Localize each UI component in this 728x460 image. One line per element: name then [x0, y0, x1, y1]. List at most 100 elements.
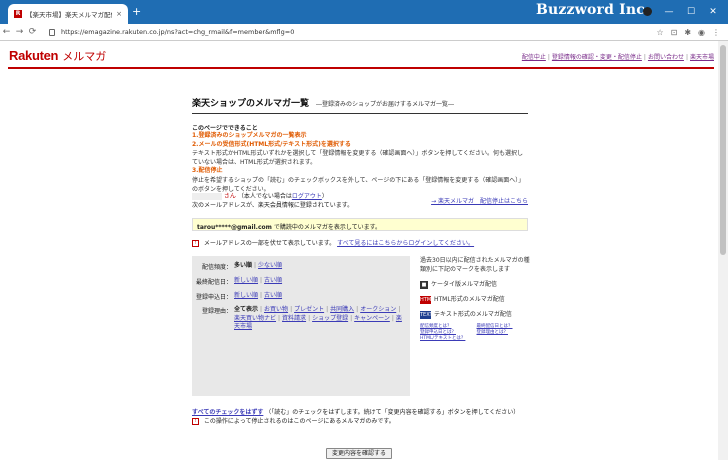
url-field[interactable]: https://emagazine.rakuten.co.jp/ns?act=c… — [61, 28, 656, 36]
header-link-contact[interactable]: お問い合わせ — [648, 54, 684, 61]
sort-link[interactable]: 少ない順 — [258, 262, 282, 269]
not-me-end: ） — [321, 193, 328, 200]
intro-section: 楽天ショップのメルマガ一覧 ―登録済みのショップがお届けするメルマガ一覧― この… — [192, 96, 528, 205]
logo-subtext: メルマガ — [62, 50, 107, 63]
legend-text: HTML形式のメルマガ配信 — [434, 296, 505, 303]
tab-close-icon[interactable]: × — [116, 10, 122, 18]
sort-row-frequency: 配信頻度： 多い順 | 少ない順 — [192, 262, 404, 271]
can-do-heading: このページでできること — [192, 125, 258, 132]
maximize-button[interactable]: ☐ — [680, 2, 702, 22]
profile-icon[interactable]: ◉ — [698, 28, 705, 37]
address-bar: ← → ⟳ https://emagazine.rakuten.co.jp/ns… — [0, 24, 728, 41]
mobile-mark-icon: ■ — [420, 280, 428, 289]
step-3-text: 停止を希望するショップの「読む」のチェックボックスを外して、ページの下にある「登… — [192, 176, 525, 193]
mask-notice: ! メールアドレスの一部を伏せて表示しています。 すべて見るにはこちらからログイ… — [192, 238, 528, 247]
sort-link[interactable]: 新しい順 — [234, 277, 258, 284]
extensions-icon[interactable]: ✱ — [684, 28, 691, 37]
sort-link[interactable]: オークション — [360, 306, 396, 313]
brand-watermark: Buzzword Inc. — [536, 2, 651, 18]
sort-link[interactable]: 資料請求 — [282, 315, 306, 322]
notice-icon: ! — [192, 240, 199, 247]
sort-label: 登録申込日： — [195, 294, 232, 301]
sort-link[interactable]: キャンペーン — [354, 315, 390, 322]
step-1: 1.登録済みのショップメルマガの一覧表示 — [192, 132, 307, 139]
sort-link[interactable]: ショップ登録 — [312, 315, 348, 322]
tab-title: 【楽天市場】楽天メルマガ配信停止 — [26, 11, 112, 19]
legend-item: TEXT テキスト形式のメルマガ配信 — [420, 310, 530, 319]
header-link-registration[interactable]: 登録情報の確認・変更・配信停止 — [552, 54, 642, 61]
email-box: tarou*****@gmail.com で購読中のメルマガを表示しています。 — [192, 218, 528, 231]
address-bar-icons: ☆ ⊡ ✱ ◉ ⋮ — [656, 28, 728, 37]
logo-text: Rakuten — [9, 48, 59, 63]
email-suffix: で購読中のメルマガを表示しています。 — [273, 224, 382, 231]
profile-dot-icon[interactable] — [643, 7, 652, 16]
browser-tabbar: R 【楽天市場】楽天メルマガ配信停止 × + Buzzword Inc. — ☐… — [0, 0, 728, 24]
legend-text: ケータイ版メルマガ配信 — [431, 281, 498, 288]
back-arrow-icon[interactable]: ← — [0, 27, 13, 37]
sort-label: 登録理由： — [201, 308, 232, 315]
sort-panel: 配信頻度： 多い順 | 少ない順 最終配信日： 新しい順 | 古い順 登録申込日： 新し… — [192, 256, 410, 396]
reload-icon[interactable]: ⟳ — [26, 27, 39, 37]
lock-icon[interactable] — [49, 28, 55, 36]
sort-current: 多い順 — [234, 262, 253, 269]
window-controls: — ☐ ✕ — [658, 2, 724, 22]
screenshot-icon[interactable]: ⊡ — [671, 28, 678, 37]
uncheck-text: （「読む」のチェックをはずします。続けて「変更内容を確認する」ボタンを押してくだ… — [265, 409, 520, 416]
page-subtitle: ―登録済みのショップがお届けするメルマガ一覧― — [316, 101, 455, 108]
sort-row-registered: 登録申込日： 新しい順 | 古い順 — [192, 292, 404, 301]
username-masked — [192, 193, 222, 200]
mark-legend: 過去30日以内に配信されたメルマガの種類別に下記のマークを表示します ■ ケータ… — [420, 256, 530, 342]
sort-link[interactable]: お買い物 — [264, 306, 288, 313]
close-window-button[interactable]: ✕ — [702, 2, 724, 22]
header-links: 配信中止 | 登録情報の確認・変更・配信停止 | お問い合わせ | 楽天市場 — [521, 54, 714, 61]
help-links: 配信頻度とは？ 最終配信日とは？ 登録申込日とは？ 登録理由とは？ HTML/テ… — [420, 324, 530, 342]
sort-link[interactable]: プレゼント — [294, 306, 324, 313]
uncheck-note: この操作によって停止されるのはこのページにあるメルマガのみです。 — [203, 418, 395, 425]
step-2: 2.メールの受信形式(HTML形式/テキスト形式)を選択する — [192, 140, 351, 148]
uncheck-all-link[interactable]: すべてのチェックをはずす — [192, 409, 263, 416]
minimize-button[interactable]: — — [658, 2, 680, 22]
legend-intro: 過去30日以内に配信されたメルマガの種類別に下記のマークを表示します — [420, 257, 530, 273]
sort-label: 最終配信日： — [195, 279, 232, 286]
sort-link[interactable]: 新しい順 — [234, 292, 258, 299]
legend-item: ■ ケータイ版メルマガ配信 — [420, 280, 530, 289]
email-address: tarou*****@gmail.com — [197, 224, 272, 231]
registered-line: 次のメールアドレスが、楽天会員情報に登録されています。 — [192, 202, 354, 209]
sort-row-reason: 登録理由： 全て表示 | お買い物 | プレゼント | 共同購入 | オークション |楽天買い物ナ… — [192, 306, 404, 332]
sort-current: 全て表示 — [234, 306, 259, 313]
scrollbar-thumb[interactable] — [720, 45, 726, 255]
user-section: さん （本人でない場合はログアウト） 次のメールアドレスが、楽天会員情報に登録さ… — [192, 192, 528, 210]
login-link[interactable]: すべて見るにはこちらからログインしてください。 — [337, 240, 474, 247]
header-link-ichiba[interactable]: 楽天市場 — [690, 54, 714, 61]
sort-link[interactable]: 共同購入 — [330, 306, 354, 313]
new-tab-button[interactable]: + — [132, 5, 141, 19]
page-scrollbar[interactable] — [718, 41, 728, 460]
text-mark-icon: TEXT — [420, 310, 433, 319]
legend-text: テキスト形式のメルマガ配信 — [434, 311, 512, 318]
page-title: 楽天ショップのメルマガ一覧 — [192, 99, 310, 109]
not-me-label: （本人でない場合は — [237, 193, 292, 200]
help-link[interactable]: HTML/テキストとは？ — [420, 336, 474, 342]
rakuten-logo[interactable]: Rakuten メルマガ — [9, 48, 106, 64]
browser-tab[interactable]: R 【楽天市場】楽天メルマガ配信停止 × — [8, 4, 128, 24]
sort-link[interactable]: 楽天買い物ナビ — [234, 315, 276, 322]
san-label: さん — [223, 193, 236, 200]
sort-link[interactable]: 古い順 — [264, 277, 282, 284]
legend-item: HTML HTML形式のメルマガ配信 — [420, 295, 530, 304]
header-link-stop[interactable]: 配信中止 — [522, 54, 546, 61]
confirm-changes-button[interactable]: 変更内容を確認する — [326, 448, 392, 459]
menu-dots-icon[interactable]: ⋮ — [712, 28, 720, 37]
sort-row-last-sent: 最終配信日： 新しい順 | 古い順 — [192, 277, 404, 286]
sort-link[interactable]: 古い順 — [264, 292, 282, 299]
step-2-text: テキスト形式かHTML形式いずれかを選択して「登録情報を変更する（確認画面へ）」… — [192, 150, 523, 166]
step-3: 3.配信停止 — [192, 167, 223, 174]
uncheck-section: すべてのチェックをはずす （「読む」のチェックをはずします。続けて「変更内容を確… — [192, 408, 528, 426]
logout-link[interactable]: ログアウト — [292, 193, 322, 200]
title-row: 楽天ショップのメルマガ一覧 ―登録済みのショップがお届けするメルマガ一覧― — [192, 96, 528, 114]
bookmark-star-icon[interactable]: ☆ — [656, 28, 663, 37]
rakuten-favicon-icon: R — [14, 10, 22, 18]
page-viewport: Rakuten メルマガ 配信中止 | 登録情報の確認・変更・配信停止 | お問い合わせ… — [0, 41, 718, 460]
forward-arrow-icon[interactable]: → — [13, 27, 26, 37]
help-link[interactable]: 登録理由とは？ — [477, 330, 531, 336]
html-mark-icon: HTML — [420, 295, 434, 304]
